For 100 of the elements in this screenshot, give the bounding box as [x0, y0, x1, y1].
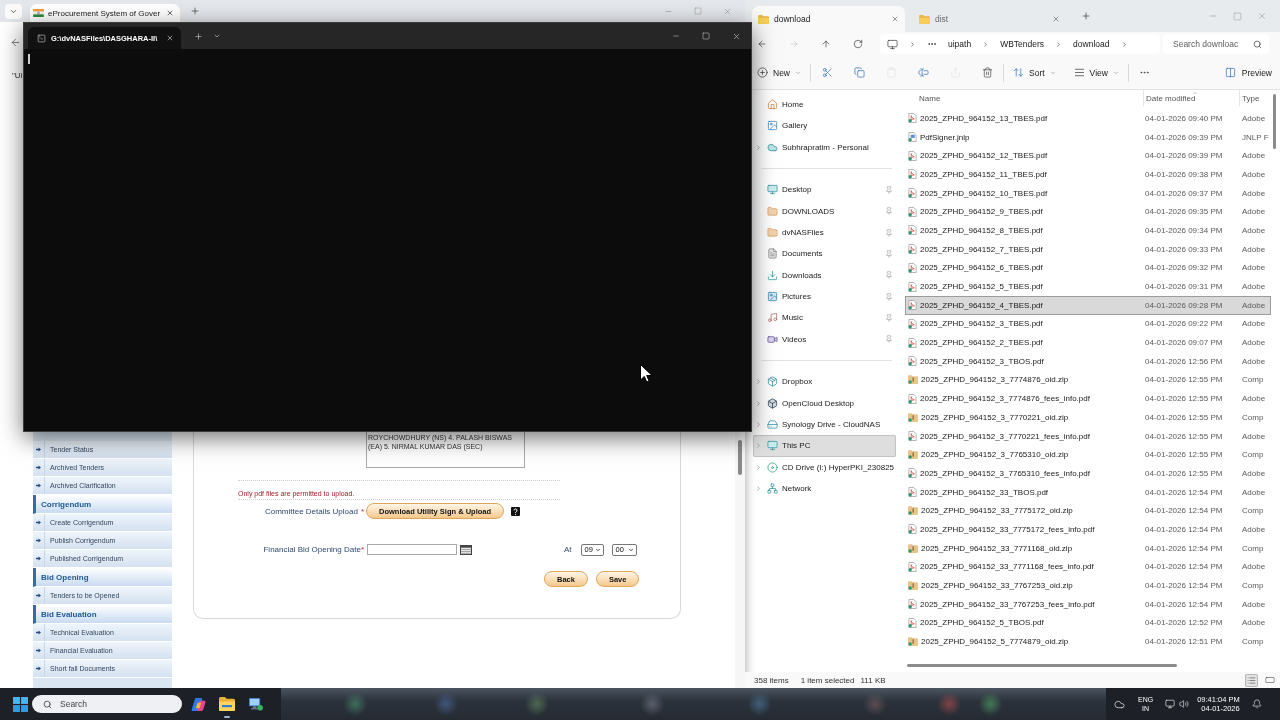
search-field[interactable]: Search — [32, 695, 182, 713]
date-modified: 04-01-2026 12:55 PM — [1144, 450, 1224, 460]
browser-tab[interactable]: eProcurement System of Gover — [30, 4, 180, 22]
file-row[interactable]: 2025_ZPHD_964152_7_TBES.pdf 04-01-2026 09:33 PM Adobe — [905, 239, 1271, 259]
chevron-right-icon[interactable] — [754, 442, 762, 450]
chevron-right-icon[interactable] — [754, 399, 762, 407]
breadcrumb-item[interactable]: download — [1073, 39, 1110, 49]
help-icon[interactable] — [511, 506, 521, 516]
nav-pane-item[interactable]: Gallery — [753, 115, 896, 137]
vertical-scrollbar[interactable] — [735, 432, 745, 688]
new-tab-icon[interactable] — [194, 31, 203, 41]
file-row[interactable]: 2025_ZPHD_964152_33_TBOS.pdf 04-01-2026 12:54 PM Adobe — [905, 482, 1271, 502]
chevron-down-icon[interactable] — [213, 32, 221, 40]
column-header[interactable]: Type — [1239, 90, 1267, 106]
nav-button[interactable] — [821, 39, 831, 49]
file-row[interactable]: 2025_ZPHD_964152_10_TBES.pdf 04-01-2026 09:37 PM Adobe — [905, 183, 1271, 203]
calendar-icon[interactable] — [460, 544, 472, 555]
close-icon[interactable] — [166, 9, 174, 17]
file-row[interactable]: 2025_ZPHD_964152_3_TBES.pdf 04-01-2026 09:22 PM Adobe — [905, 314, 1271, 334]
file-row[interactable]: PdfSigner.jnlp 04-01-2026 09:39 PM JNLP F — [905, 127, 1271, 147]
nav-pane-item[interactable]: dvNASFiles — [753, 221, 896, 244]
nav-button[interactable] — [853, 39, 863, 49]
nav-pane-item[interactable]: Music — [753, 307, 896, 329]
back-icon[interactable] — [10, 37, 21, 48]
file-row[interactable]: 2025_ZPHD_964152_3_7765310_fees_info.pdf 04-01-2026 12:55 PM Adobe — [905, 464, 1271, 483]
toolbar-button[interactable]: View — [1067, 60, 1125, 85]
monitor-icon[interactable] — [1165, 699, 1176, 709]
toolbar-button[interactable]: Sort — [1007, 60, 1062, 85]
nav-pane-item[interactable]: DOWNLOADS — [753, 200, 896, 222]
file-row[interactable]: 2025_ZPHD_964152_5_7774879_oid.zip 04-01-2026 12:51 PM Comp — [905, 632, 1271, 651]
chevron-right-icon[interactable] — [754, 378, 762, 386]
close-icon[interactable] — [891, 15, 899, 23]
file-row[interactable]: 2025_ZPHD_964152_33_7775172_fees_info.pdf 04-01-2026 12:54 PM Adobe — [905, 520, 1271, 539]
file-row[interactable]: 2025_ZPHD_964152_11_TBES.pdf 04-01-2026 09:38 PM Adobe — [905, 165, 1271, 184]
chevron-right-icon[interactable] — [754, 143, 762, 151]
new-tab-icon[interactable] — [1081, 11, 1091, 21]
file-row[interactable]: 2025_ZPHD_964152_5_TBES.pdf 04-01-2026 09:31 PM Adobe — [905, 277, 1271, 296]
toolbar-button[interactable]: New — [751, 60, 807, 85]
column-header[interactable]: Name — [905, 90, 1143, 106]
column-header[interactable]: Date modified — [1143, 90, 1239, 106]
file-name: 2025_ZPHD_964152_5_TBES.pdf — [920, 282, 1043, 292]
nav-pane-item[interactable]: Desktop — [753, 179, 896, 201]
file-row[interactable]: 2025_ZPHD_964152_12_TBES.pdf 04-01-2026 09:39 PM Adobe — [905, 146, 1271, 166]
minimize-icon[interactable] — [672, 32, 680, 40]
nav-pane-item[interactable]: OpenCloud Desktop — [753, 392, 896, 414]
file-row[interactable]: 2025_ZPHD_964152_6_TBES.pdf 04-01-2026 09:32 PM Adobe — [905, 258, 1271, 278]
nav-pane-item[interactable]: This PC — [753, 435, 896, 457]
nav-pane-item[interactable]: Documents — [753, 243, 896, 265]
new-tab-icon[interactable] — [190, 6, 200, 16]
breadcrumb-item[interactable]: WBTenders — [1000, 39, 1045, 49]
breadcrumb-item[interactable]: uipath — [948, 39, 972, 49]
nav-pane-item[interactable]: Synology Drive - CloudNAS — [753, 413, 896, 436]
bell-icon[interactable] — [1251, 699, 1262, 709]
file-row[interactable]: 2025_ZPHD_964152_9_TBES.pdf 04-01-2026 09:35 PM Adobe — [905, 202, 1271, 222]
speaker-icon[interactable] — [1179, 699, 1190, 709]
close-icon[interactable] — [1052, 15, 1060, 23]
pdf-document-icon — [908, 617, 917, 628]
nav-pane-item[interactable]: Subhrapratim - Personal — [753, 136, 896, 158]
file-row[interactable]: 2025_ZPHD_964152_3_7774876_oid.zip 04-01-2026 12:55 PM Comp — [905, 370, 1271, 390]
preview-button[interactable]: Preview — [1224, 67, 1272, 78]
file-row[interactable]: 2025_ZPHD_964152_3_7770221_fees_info.pdf 04-01-2026 12:55 PM Adobe — [905, 426, 1271, 446]
file-name: 2025_ZPHD_964152_33_7771168_oid.zip — [921, 543, 1073, 553]
file-row[interactable]: 2025_ZPHD_964152_3_7774876_fees_info.pdf 04-01-2026 12:55 PM Adobe — [905, 389, 1271, 408]
cloud-icon[interactable] — [1114, 698, 1125, 710]
chevron-right-icon[interactable] — [754, 485, 762, 493]
file-row[interactable]: 2025_ZPHD_964152_3_TBOS.pdf 04-01-2026 12:56 PM Adobe — [905, 351, 1271, 371]
chevron-right-icon[interactable] — [754, 421, 762, 429]
file-row[interactable]: 2025_ZPHD_964152_3_7770221_oid.zip 04-01-2026 12:55 PM Comp — [905, 408, 1271, 427]
nav-pane-item[interactable]: Videos — [753, 328, 896, 350]
file-row[interactable]: 2025_ZPHD_964152_2_TBES.pdf 04-01-2026 09:07 PM Adobe — [905, 333, 1271, 352]
search-field[interactable]: Search downloac — [1163, 34, 1269, 54]
nav-pane-item[interactable]: Pictures — [753, 285, 896, 308]
nav-pane-item[interactable]: Dropbox — [753, 371, 896, 393]
file-row[interactable]: 2025_ZPHD_964152_33_7767253_oid.zip 04-01-2026 12:54 PM Comp — [905, 576, 1271, 595]
file-row[interactable]: 2025_ZPHD_964152_5_TBOS.pdf 04-01-2026 12:52 PM Adobe — [905, 613, 1271, 633]
nav-button[interactable] — [757, 39, 767, 49]
computer-icon[interactable] — [248, 697, 263, 711]
date-input-field[interactable] — [367, 544, 457, 555]
nav-pane-item[interactable]: Network — [753, 477, 896, 500]
explorer-tab[interactable]: dist — [913, 6, 1066, 32]
windows-logo-icon[interactable] — [13, 696, 28, 712]
file-row[interactable]: 2025_ZPHD_964152_33_7775172_oid.zip 04-01-2026 12:54 PM Comp — [905, 501, 1271, 521]
address-bar[interactable]: uipath WBTenders download — [880, 34, 1160, 54]
file-row[interactable]: 2025_ZPHD_964152_13_TBES.pdf 04-01-2026 09:40 PM Adobe — [905, 109, 1271, 128]
file-row[interactable]: 2025_ZPHD_964152_33_7771168_fees_info.pdf 04-01-2026 12:54 PM Adobe — [905, 557, 1271, 577]
nav-pane-item[interactable]: Downloads — [753, 264, 896, 286]
close-icon[interactable] — [732, 31, 741, 41]
file-row[interactable]: 2025_ZPHD_964152_33_7767253_fees_info.pdf 04-01-2026 12:54 PM Adobe — [905, 594, 1271, 614]
file-row[interactable]: 2025_ZPHD_964152_4_TBES.pdf 04-01-2026 09:28 PM Adobe — [905, 295, 1271, 315]
file-row[interactable]: 2025_ZPHD_964152_33_7771168_oid.zip 04-01-2026 12:54 PM Comp — [905, 538, 1271, 558]
chevron-right-icon[interactable] — [754, 463, 762, 471]
file-row[interactable]: 2025_ZPHD_964152_3_7765310_oid.zip 04-01-2026 12:55 PM Comp — [905, 445, 1271, 465]
explorer-tab[interactable]: download — [752, 6, 905, 32]
nav-pane-item[interactable]: Home — [753, 94, 896, 116]
swirl-logo-icon[interactable] — [191, 696, 206, 712]
file-row[interactable]: 2025_ZPHD_964152_8_TBES.pdf 04-01-2026 09:34 PM Adobe — [905, 221, 1271, 240]
view-toggle-button[interactable] — [1245, 673, 1258, 687]
chevron-down-icon — [1049, 69, 1056, 76]
folder-icon[interactable] — [219, 697, 235, 711]
nav-pane-item[interactable]: CD Drive (I:) HyperPKI_230825 — [753, 456, 896, 478]
